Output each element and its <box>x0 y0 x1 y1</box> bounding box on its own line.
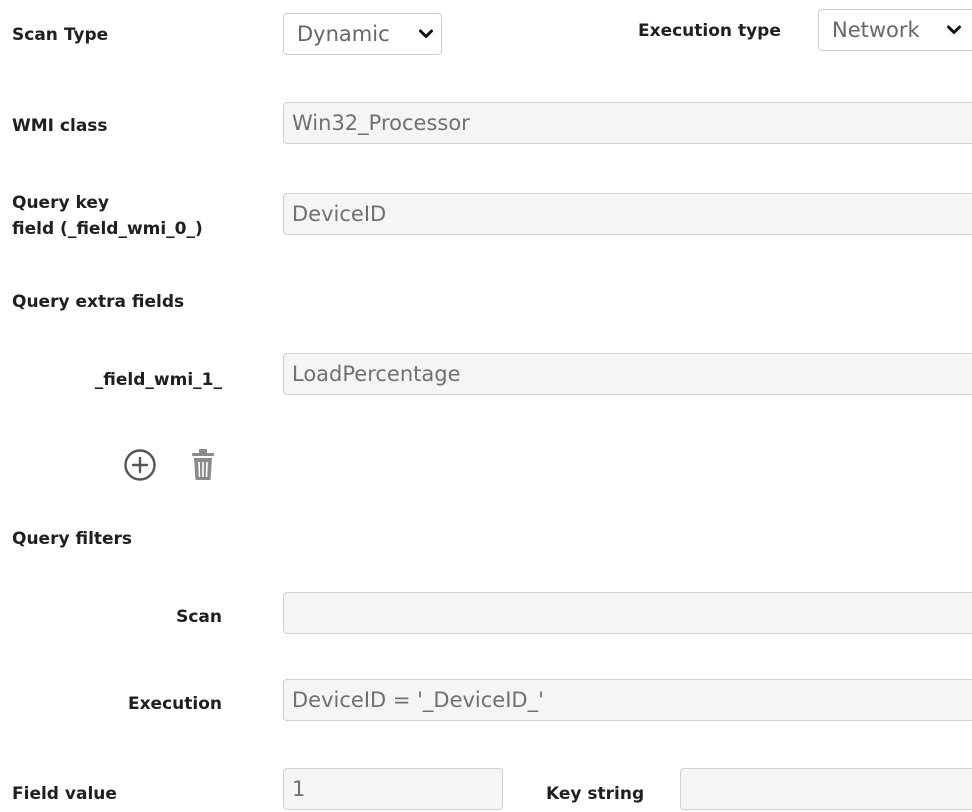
chevron-down-icon <box>945 10 963 50</box>
scan-type-select[interactable]: Dynamic <box>283 13 442 55</box>
field-value-input[interactable]: 1 <box>283 768 503 810</box>
scan-type-label: Scan Type <box>12 25 109 45</box>
query-key-field-input[interactable]: DeviceID <box>283 193 972 235</box>
scan-filter-input[interactable] <box>283 592 972 634</box>
scan-type-value: Dynamic <box>297 22 390 46</box>
field-value-label: Field value <box>12 784 117 804</box>
chevron-down-icon <box>417 14 435 54</box>
execution-type-select[interactable]: Network <box>818 9 972 51</box>
extra-field-label: _field_wmi_1_ <box>94 370 222 390</box>
wmi-class-label: WMI class <box>12 116 108 136</box>
wmi-module-form: Scan Type Dynamic Execution type Network… <box>0 0 972 812</box>
scan-filter-label: Scan <box>176 607 222 627</box>
execution-filter-input[interactable]: DeviceID = '_DeviceID_' <box>283 679 972 721</box>
add-circle-icon[interactable] <box>122 447 158 483</box>
key-string-input[interactable] <box>680 768 972 810</box>
query-filters-label: Query filters <box>12 529 133 549</box>
query-extra-fields-label: Query extra fields <box>12 292 185 312</box>
execution-type-value: Network <box>832 18 920 42</box>
query-key-label-line1: Query key <box>12 193 109 213</box>
execution-filter-label: Execution <box>127 694 222 714</box>
key-string-label: Key string <box>546 784 645 804</box>
execution-type-label: Execution type <box>638 21 781 41</box>
wmi-class-input[interactable]: Win32_Processor <box>283 102 972 144</box>
query-key-label-line2: field (_field_wmi_0_) <box>12 219 203 239</box>
extra-field-input[interactable]: LoadPercentage <box>283 353 972 395</box>
trash-icon[interactable] <box>189 447 217 483</box>
